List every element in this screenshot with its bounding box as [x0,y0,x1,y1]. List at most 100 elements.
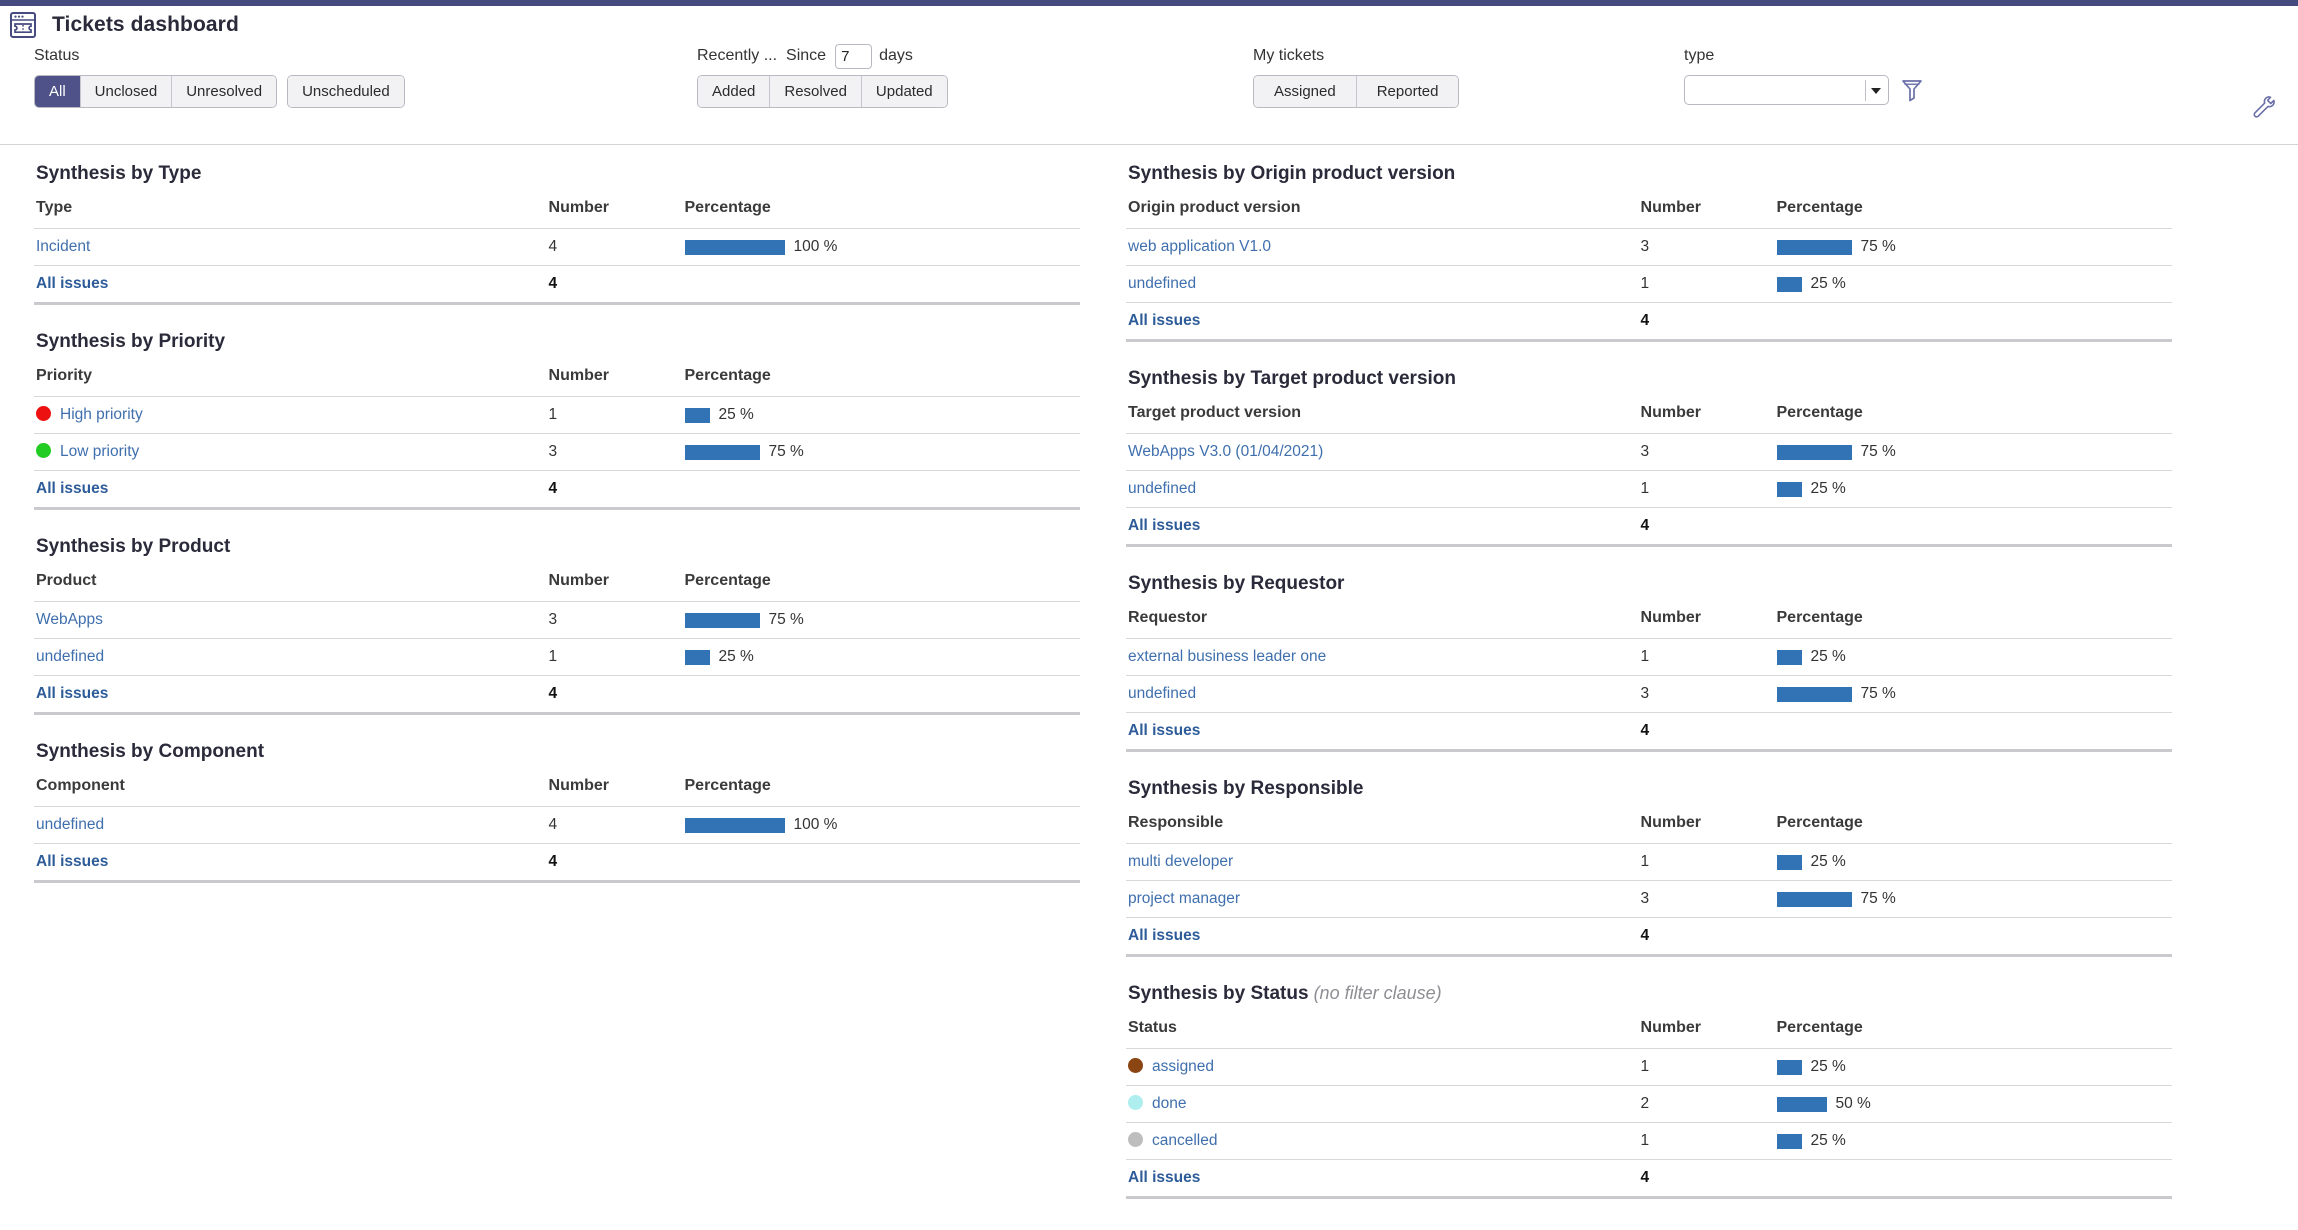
section-synthesis-by-component: Synthesis by ComponentComponentNumberPer… [34,741,1080,883]
all-issues-link[interactable]: All issues [36,275,108,292]
row-number-cell: 1 [547,639,683,676]
section-title: Synthesis by Priority [36,331,1080,353]
percentage-bar-wrap: 100 % [685,816,1081,834]
row-label-link[interactable]: web application V1.0 [1128,238,1271,255]
percentage-value: 75 % [1861,890,1896,908]
row-label-cell: Incident [34,229,547,266]
column-header-key: Priority [34,367,547,397]
table-row: undefined375 % [1126,676,2172,713]
row-label-link[interactable]: cancelled [1152,1132,1218,1149]
toolbar-divider [0,144,2298,145]
row-label-link[interactable]: undefined [36,816,104,833]
total-number-cell: 4 [1639,713,1775,751]
column-header-key: Responsible [1126,814,1639,844]
row-label-link[interactable]: High priority [60,406,143,423]
row-label-link[interactable]: undefined [1128,685,1196,702]
status-button-unscheduled[interactable]: Unscheduled [288,76,404,107]
row-number-cell: 4 [547,229,683,266]
row-label-link[interactable]: external business leader one [1128,648,1326,665]
column-header-percentage: Percentage [1775,609,2173,639]
synthesis-table: StatusNumberPercentageassigned125 %done2… [1126,1019,2172,1199]
row-label-link[interactable]: WebApps [36,611,103,628]
table-total-row: All issues4 [34,471,1080,509]
status-button-all[interactable]: All [35,76,81,107]
synthesis-table: TypeNumberPercentageIncident4100 %All is… [34,199,1080,305]
days-unit-label: days [879,47,913,65]
row-percentage-cell: 25 % [1775,844,2173,881]
column-header-number: Number [1639,814,1775,844]
row-label-link[interactable]: done [1152,1095,1186,1112]
status-color-dot-icon [36,406,51,421]
status-color-dot-icon [1128,1058,1143,1073]
row-percentage-cell: 25 % [1775,1049,2173,1086]
all-issues-link[interactable]: All issues [1128,1169,1200,1186]
section-title-text: Synthesis by Priority [36,331,225,352]
recently-button-added[interactable]: Added [698,76,770,107]
my-tickets-button-assigned[interactable]: Assigned [1254,76,1357,107]
percentage-bar-wrap: 25 % [1777,275,2173,293]
table-total-row: All issues 4 [1126,1160,2172,1198]
percentage-bar-wrap: 75 % [1777,890,2173,908]
type-select[interactable] [1684,75,1889,105]
synthesis-table: ProductNumberPercentageWebApps375 %undef… [34,572,1080,715]
row-percentage-cell: 100 % [683,807,1081,844]
row-label-cell: High priority [34,397,547,434]
recently-button-updated[interactable]: Updated [862,76,947,107]
column-header-key: Status [1126,1019,1639,1049]
row-percentage-cell: 25 % [1775,639,2173,676]
all-issues-link[interactable]: All issues [1128,722,1200,739]
type-select-divider [1865,80,1866,101]
all-issues-link[interactable]: All issues [1128,517,1200,534]
percentage-value: 75 % [769,611,804,629]
status-button-unresolved[interactable]: Unresolved [172,76,276,107]
row-number-cell: 1 [1639,1049,1775,1086]
section-synthesis-by-product: Synthesis by ProductProductNumberPercent… [34,536,1080,715]
row-label-link[interactable]: multi developer [1128,853,1233,870]
total-number-cell: 4 [1639,1160,1775,1198]
chevron-down-icon[interactable] [1871,88,1881,94]
section-title-text: Synthesis by Requestor [1128,573,1344,594]
row-label-link[interactable]: undefined [36,648,104,665]
row-label-link[interactable]: undefined [1128,275,1196,292]
percentage-value: 75 % [1861,443,1896,461]
percentage-value: 25 % [719,406,754,424]
total-percentage-cell [1775,508,2173,546]
table-header-row: StatusNumberPercentage [1126,1019,2172,1049]
all-issues-link[interactable]: All issues [1128,927,1200,944]
recently-button-resolved[interactable]: Resolved [770,76,862,107]
row-label-link[interactable]: Incident [36,238,90,255]
row-label-cell: undefined [1126,471,1639,508]
percentage-bar-wrap: 75 % [1777,685,2173,703]
row-label-link[interactable]: undefined [1128,480,1196,497]
since-days-input[interactable] [835,44,872,69]
total-percentage-cell [1775,1160,2173,1198]
row-percentage-cell: 75 % [1775,229,2173,266]
table-row: Incident4100 % [34,229,1080,266]
status-filter-label: Status [34,46,405,66]
all-issues-link[interactable]: All issues [36,480,108,497]
row-label-link[interactable]: project manager [1128,890,1240,907]
row-percentage-cell: 75 % [683,434,1081,471]
wrench-icon[interactable] [2250,94,2276,120]
table-row: undefined4100 % [34,807,1080,844]
row-label-cell: undefined [1126,266,1639,303]
section-synthesis-by-requestor: Synthesis by RequestorRequestorNumberPer… [1126,573,2172,752]
table-row: assigned 125 % [1126,1049,2172,1086]
percentage-bar-wrap: 25 % [1777,480,2173,498]
right-column: Synthesis by Origin product versionOrigi… [1110,163,2220,1225]
percentage-bar-wrap: 25 % [1777,1132,2173,1150]
column-header-percentage: Percentage [1775,814,2173,844]
filter-funnel-icon[interactable] [1901,78,1923,102]
row-label-link[interactable]: WebApps V3.0 (01/04/2021) [1128,443,1323,460]
percentage-value: 100 % [794,816,838,834]
all-issues-link[interactable]: All issues [36,853,108,870]
all-issues-link[interactable]: All issues [1128,312,1200,329]
percentage-bar [1777,1060,1802,1075]
status-button-unclosed[interactable]: Unclosed [81,76,173,107]
row-label-link[interactable]: assigned [1152,1058,1214,1075]
all-issues-link[interactable]: All issues [36,685,108,702]
row-label-link[interactable]: Low priority [60,443,139,460]
row-percentage-cell: 75 % [1775,676,2173,713]
dashboard-content: Synthesis by TypeTypeNumberPercentageInc… [0,163,2298,1225]
my-tickets-button-reported[interactable]: Reported [1357,76,1459,107]
